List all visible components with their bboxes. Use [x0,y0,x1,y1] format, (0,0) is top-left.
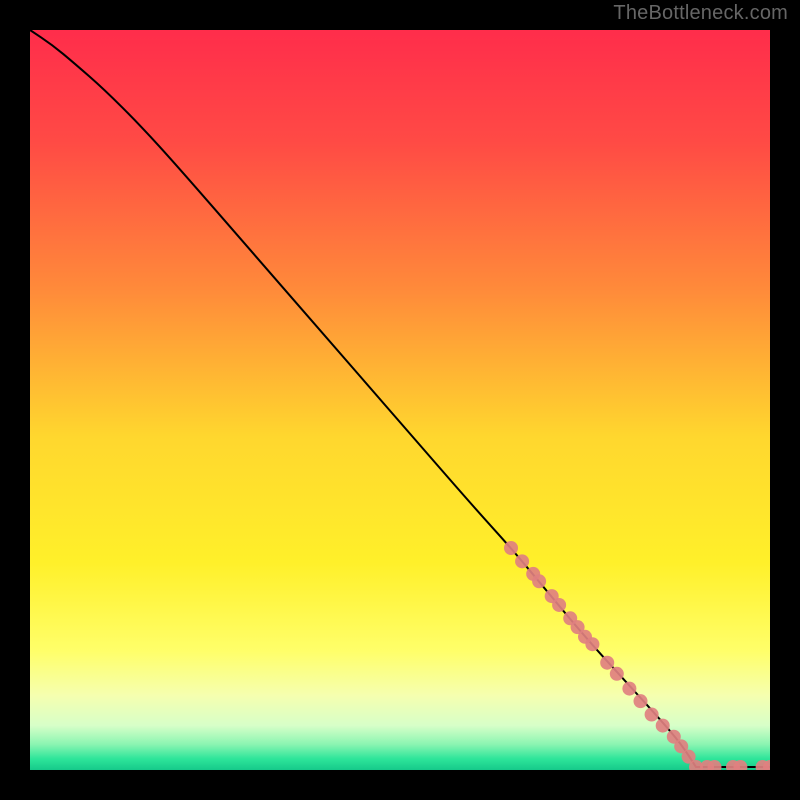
data-point [600,656,614,670]
data-point [504,541,518,555]
chart-frame: TheBottleneck.com [0,0,800,800]
attribution-text: TheBottleneck.com [613,2,788,25]
data-point [622,682,636,696]
data-point [610,667,624,681]
data-point [656,719,670,733]
data-point [532,574,546,588]
data-point [552,598,566,612]
series-dots-flat [700,760,770,770]
data-point [585,637,599,651]
data-point [634,694,648,708]
bottleneck-chart [30,30,770,770]
plot-area [30,30,770,770]
data-point [515,554,529,568]
data-point [645,708,659,722]
